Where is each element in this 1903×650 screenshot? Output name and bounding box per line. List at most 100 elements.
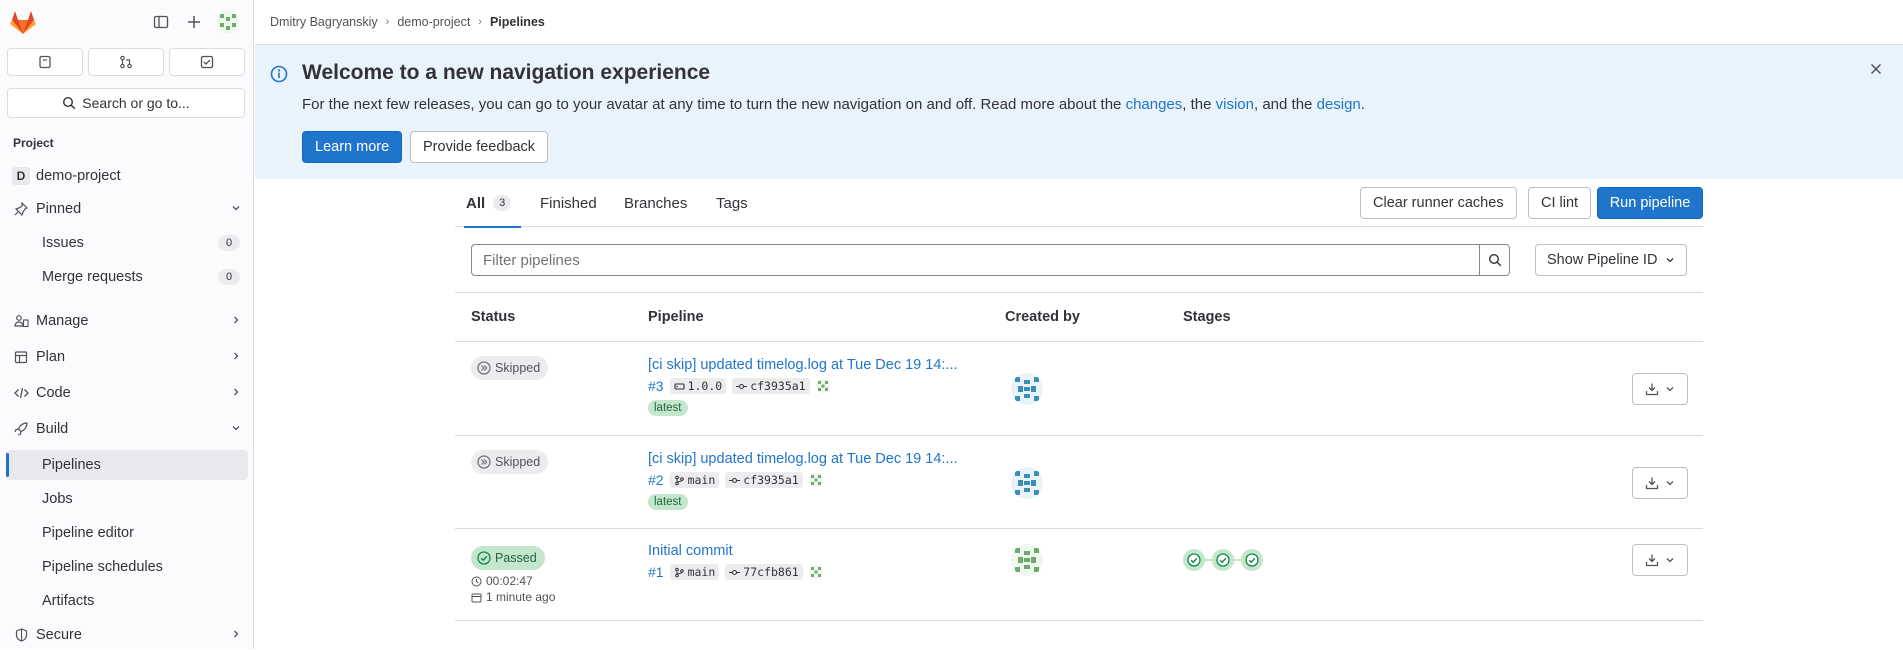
chevron-down-icon — [1666, 481, 1674, 486]
sidebar-section-title: Project — [13, 136, 54, 150]
gitlab-logo[interactable] — [9, 9, 37, 35]
sidebar-item-jobs[interactable]: Jobs — [6, 484, 248, 514]
breadcrumb-user[interactable]: Dmitry Bagryanskiy — [270, 15, 378, 29]
sidebar-item-build[interactable]: Build — [6, 414, 248, 444]
sidebar-item-pipeline-schedules[interactable]: Pipeline schedules — [6, 552, 248, 582]
creator-avatar[interactable] — [1011, 544, 1043, 576]
pipeline-title-link[interactable]: Initial commit — [648, 543, 733, 559]
creator-avatar[interactable] — [1011, 373, 1043, 405]
artifacts-download-dropdown[interactable] — [1632, 544, 1688, 576]
chevron-right-icon — [224, 628, 248, 642]
chevron-right-icon: › — [385, 16, 390, 28]
status-badge[interactable]: Skipped — [471, 356, 549, 380]
stage-success-icon[interactable] — [1241, 549, 1263, 571]
sidebar-item-label: Pipeline schedules — [42, 559, 163, 575]
run-pipeline-button[interactable]: Run pipeline — [1597, 187, 1703, 219]
artifacts-download-dropdown[interactable] — [1632, 373, 1688, 405]
sidebar-item-code[interactable]: Code — [6, 378, 248, 408]
sidebar-toggle-icon[interactable] — [150, 11, 172, 33]
sidebar-item-label: Pinned — [36, 201, 82, 217]
chevron-down-icon — [1666, 387, 1674, 392]
tab-tags[interactable]: Tags — [716, 179, 748, 227]
sidebar-item-pipelines[interactable]: Pipelines — [6, 450, 248, 480]
download-icon — [1645, 554, 1659, 567]
ref-chip[interactable]: 1.0.0 — [669, 378, 727, 394]
commit-chip[interactable]: 77cfb861 — [725, 564, 803, 580]
search-icon[interactable] — [1479, 244, 1510, 276]
commit-chip[interactable]: cf3935a1 — [725, 472, 803, 488]
sidebar-item-issues[interactable]: Issues 0 — [6, 228, 248, 258]
sidebar-item-label: Issues — [42, 235, 84, 251]
sidebar-item-label: Artifacts — [42, 593, 95, 609]
banner-text: For the next few releases, you can go to… — [302, 96, 1365, 113]
search-label: Search or go to... — [82, 95, 190, 111]
status-badge[interactable]: Skipped — [471, 450, 549, 474]
vision-link[interactable]: vision — [1216, 96, 1254, 113]
pipeline-id-link[interactable]: #3 — [648, 378, 664, 394]
pipeline-finished-time: 1 minute ago — [471, 590, 555, 604]
tab-finished[interactable]: Finished — [540, 179, 597, 227]
sidebar-item-artifacts[interactable]: Artifacts — [6, 586, 248, 616]
sidebar-item-pinned[interactable]: Pinned — [6, 194, 248, 224]
sidebar-item-secure[interactable]: Secure — [6, 620, 248, 650]
breadcrumb: Dmitry Bagryanskiy › demo-project › Pipe… — [255, 0, 1903, 45]
commit-chip[interactable]: cf3935a1 — [732, 378, 810, 394]
tab-branches[interactable]: Branches — [624, 179, 687, 227]
commit-author-avatar[interactable] — [815, 379, 830, 393]
tab-label: All — [466, 194, 486, 212]
artifacts-download-dropdown[interactable] — [1632, 467, 1688, 499]
pipeline-title-link[interactable]: [ci skip] updated timelog.log at Tue Dec… — [648, 451, 958, 467]
pipeline-id-link[interactable]: #1 — [648, 564, 664, 580]
info-icon — [270, 65, 288, 83]
issues-shortcut[interactable] — [7, 48, 83, 76]
dropdown-label: Show Pipeline ID — [1547, 252, 1658, 268]
pipeline-title-link[interactable]: [ci skip] updated timelog.log at Tue Dec… — [648, 357, 958, 373]
creator-avatar[interactable] — [1011, 467, 1043, 499]
sidebar-item-plan[interactable]: Plan — [6, 342, 248, 372]
new-navigation-banner: Welcome to a new navigation experience F… — [255, 45, 1903, 179]
sidebar-item-label: Plan — [36, 349, 66, 365]
column-created-by: Created by — [1005, 309, 1080, 325]
close-icon[interactable] — [1867, 60, 1885, 78]
thumbtack-icon — [6, 202, 36, 216]
banner-text-part: , the — [1182, 96, 1216, 113]
learn-more-button[interactable]: Learn more — [302, 131, 403, 163]
commit-author-avatar[interactable] — [808, 473, 823, 487]
plus-icon[interactable] — [183, 11, 205, 33]
sidebar-quick-tabs — [7, 48, 245, 76]
provide-feedback-button[interactable]: Provide feedback — [410, 131, 549, 163]
sidebar-item-merge-requests[interactable]: Merge requests 0 — [6, 262, 248, 292]
stage-success-icon[interactable] — [1183, 549, 1205, 571]
filter-pipelines-input[interactable]: Filter pipelines — [471, 244, 1479, 276]
design-link[interactable]: design — [1317, 96, 1361, 113]
breadcrumb-current[interactable]: Pipelines — [490, 15, 545, 29]
search-button[interactable]: Search or go to... — [7, 88, 245, 118]
sidebar-item-label: Pipelines — [42, 457, 101, 473]
pipeline-id-link[interactable]: #2 — [648, 472, 664, 488]
status-badge[interactable]: Passed — [471, 546, 545, 570]
commit-sha: cf3935a1 — [743, 473, 799, 487]
tab-count-badge: 3 — [493, 195, 512, 211]
clear-runner-caches-button[interactable]: Clear runner caches — [1360, 187, 1517, 219]
banner-text-part: , and the — [1254, 96, 1317, 113]
show-pipeline-id-dropdown[interactable]: Show Pipeline ID — [1535, 244, 1687, 276]
changes-link[interactable]: changes — [1126, 96, 1183, 113]
sidebar-item-pipeline-editor[interactable]: Pipeline editor — [6, 518, 248, 548]
user-avatar[interactable] — [217, 11, 239, 33]
ci-lint-button[interactable]: CI lint — [1528, 187, 1592, 219]
commit-author-avatar[interactable] — [808, 565, 823, 579]
breadcrumb-project[interactable]: demo-project — [397, 15, 470, 29]
merge-requests-shortcut[interactable] — [88, 48, 164, 76]
sidebar-item-project[interactable]: D demo-project — [6, 161, 248, 191]
ref-chip[interactable]: main — [669, 472, 720, 488]
calendar-icon — [471, 593, 482, 602]
latest-badge: latest — [648, 400, 688, 416]
sidebar-item-manage[interactable]: Manage — [6, 306, 248, 336]
project-avatar: D — [12, 167, 30, 185]
todos-shortcut[interactable] — [169, 48, 245, 76]
commit-sha: 77cfb861 — [743, 565, 799, 579]
ref-chip[interactable]: main — [669, 564, 720, 580]
tab-all[interactable]: All 3 — [463, 179, 522, 228]
pipeline-meta: #2 main cf3935a1 — [648, 472, 823, 488]
stage-success-icon[interactable] — [1212, 549, 1234, 571]
